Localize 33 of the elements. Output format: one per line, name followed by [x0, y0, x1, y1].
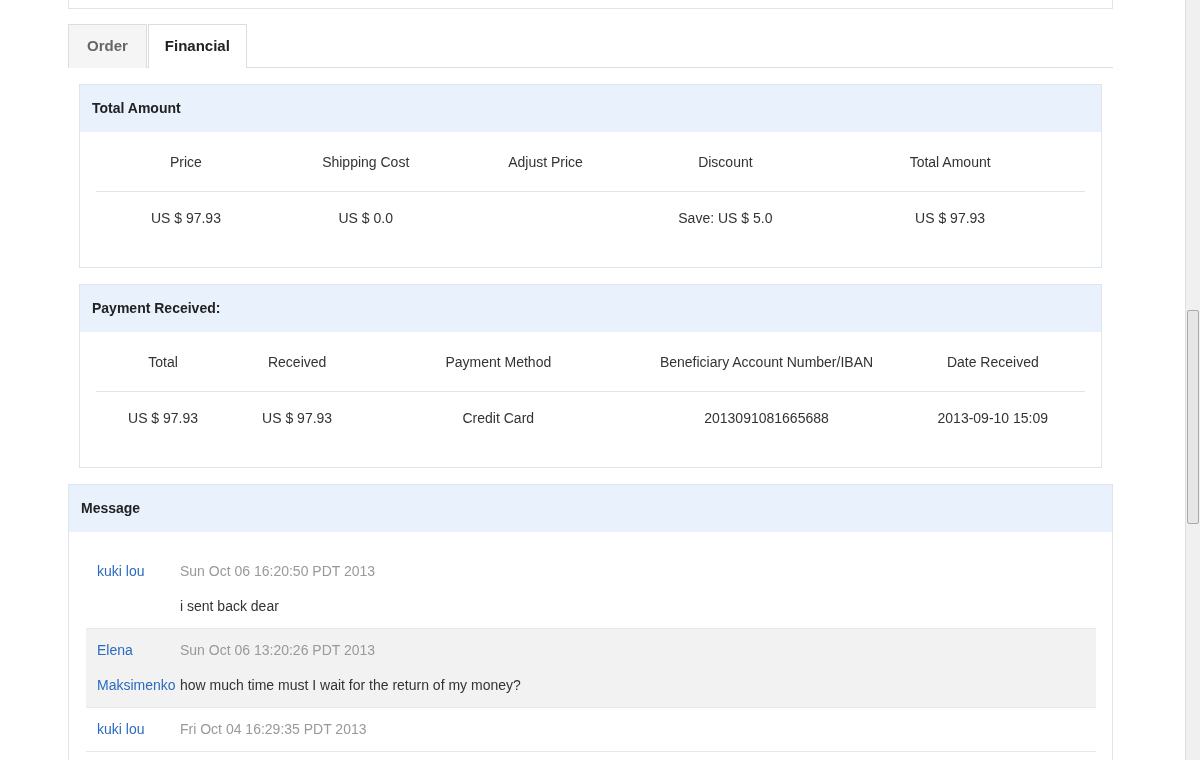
table-cell: 2013-09-10 15:09 — [937, 409, 1049, 426]
column-header: Discount — [698, 153, 753, 170]
table-cell: US $ 97.93 — [915, 209, 986, 226]
message-time: Fri Oct 04 16:29:35 PDT 2013 — [180, 720, 367, 737]
section-title: Message — [69, 484, 1112, 532]
section-title: Payment Received: — [80, 284, 1101, 332]
tab[interactable]: Order — [68, 24, 147, 68]
column-header: Date Received — [946, 353, 1039, 370]
message-text: i sent back dear — [180, 597, 279, 614]
table-cell: 2013091081665688 — [704, 409, 829, 426]
table-cell: US $ 0.0 — [338, 209, 393, 226]
author-link[interactable]: kuki lou — [97, 711, 180, 747]
section-title: Total Amount — [80, 84, 1101, 132]
column-header: Payment Method — [445, 353, 552, 370]
author-link[interactable]: Elena Maksimenko — [97, 632, 180, 703]
tab[interactable]: Financial — [147, 24, 247, 68]
table-cell: Save: US $ 5.0 — [678, 209, 773, 226]
message-time: Sun Oct 06 16:20:50 PDT 2013 — [180, 562, 376, 579]
table-cell: US $ 97.93 — [128, 409, 199, 426]
scrollbar-drawing[interactable] — [1185, 0, 1200, 760]
table-cell: US $ 97.93 — [262, 409, 333, 426]
table-cell: Credit Card — [462, 409, 535, 426]
message-text: how much time must I wait for the return of my money? — [180, 676, 521, 693]
column-header: Total — [148, 353, 178, 370]
column-header: Beneficiary Account Number/IBAN — [659, 353, 874, 370]
column-header: Received — [267, 353, 327, 370]
message-time: Sun Oct 06 13:20:26 PDT 2013 — [180, 641, 376, 658]
column-header: Adjust Price — [508, 153, 583, 170]
table-cell: US $ 97.93 — [150, 209, 221, 226]
column-header: Shipping Cost — [322, 153, 410, 170]
author-link[interactable]: kuki lou — [97, 553, 180, 589]
column-header: Price — [169, 153, 202, 170]
column-header: Total Amount — [909, 153, 991, 170]
